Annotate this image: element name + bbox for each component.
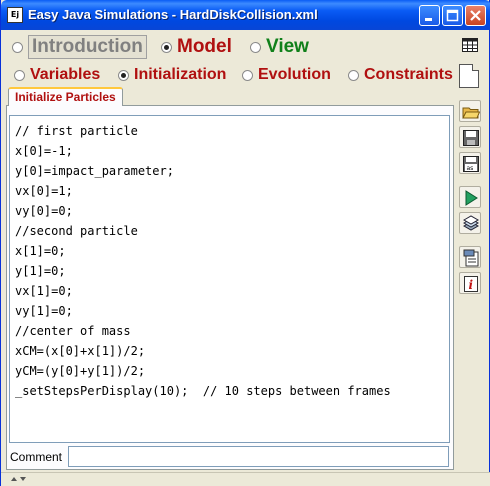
status-bar — [1, 472, 490, 486]
maximize-button[interactable] — [442, 5, 463, 26]
code-editor[interactable]: // first particle x[0]=-1; y[0]=impact_p… — [9, 115, 450, 443]
evolution-radio[interactable] — [242, 69, 253, 81]
close-icon — [470, 10, 481, 21]
save-icon — [463, 130, 479, 146]
maximize-icon — [446, 9, 459, 22]
tab-introduction[interactable]: Introduction — [12, 35, 147, 59]
window-title: Easy Java Simulations - HardDiskCollisio… — [28, 7, 318, 22]
run-icon — [465, 190, 478, 206]
tab-evolution-label: Evolution — [258, 66, 331, 83]
info-icon: i — [464, 276, 478, 292]
model-tab-row: Variables Initialization Evolution Const… — [1, 62, 490, 88]
tab-view[interactable]: View — [250, 35, 309, 59]
save-as-button[interactable]: as — [459, 152, 481, 174]
package-button[interactable] — [459, 212, 481, 234]
app-window: Ej Easy Java Simulations - HardDiskColli… — [0, 0, 490, 486]
model-radio[interactable] — [161, 41, 172, 53]
info-button[interactable]: i — [459, 272, 481, 294]
tab-view-label: View — [266, 36, 309, 57]
main-tab-row: Introduction Model View — [1, 31, 490, 61]
comment-input[interactable] — [68, 446, 449, 467]
tab-model[interactable]: Model — [161, 35, 232, 59]
tab-model-label: Model — [177, 36, 232, 57]
view-radio[interactable] — [250, 41, 261, 53]
save-as-icon: as — [463, 156, 479, 172]
tab-initialization[interactable]: Initialization — [118, 65, 226, 85]
introduction-radio[interactable] — [12, 41, 23, 53]
package-icon — [462, 215, 480, 231]
open-button[interactable] — [459, 100, 481, 122]
variables-radio[interactable] — [14, 69, 25, 81]
tab-constraints-label: Constraints — [364, 66, 453, 83]
run-button[interactable] — [459, 186, 481, 208]
tab-introduction-label: Introduction — [28, 35, 147, 59]
close-button[interactable] — [465, 5, 486, 26]
new-page-icon[interactable] — [459, 64, 479, 88]
table-icon[interactable] — [462, 38, 478, 52]
code-text[interactable]: // first particle x[0]=-1; y[0]=impact_p… — [10, 116, 449, 401]
tab-evolution[interactable]: Evolution — [242, 65, 331, 85]
minimize-button[interactable] — [419, 5, 440, 26]
constraints-radio[interactable] — [348, 69, 359, 81]
save-button[interactable] — [459, 126, 481, 148]
app-icon: Ej — [7, 7, 23, 23]
tab-constraints[interactable]: Constraints — [348, 65, 453, 85]
minimize-icon — [425, 18, 432, 21]
open-icon — [462, 107, 480, 119]
title-bar[interactable]: Ej Easy Java Simulations - HardDiskColli… — [1, 0, 490, 30]
svg-text:as: as — [467, 165, 474, 172]
comment-label: Comment — [10, 450, 63, 464]
tab-initialization-label: Initialization — [134, 66, 227, 83]
initialization-radio[interactable] — [118, 69, 129, 81]
properties-button[interactable] — [459, 246, 481, 268]
tab-variables-label: Variables — [30, 66, 101, 83]
tab-initialize-particles[interactable]: Initialize Particles — [8, 87, 123, 106]
right-toolbar: as i — [457, 100, 485, 440]
splitter-arrows-icon[interactable] — [9, 475, 29, 483]
properties-icon — [463, 249, 479, 267]
tab-variables[interactable]: Variables — [14, 65, 100, 85]
svg-text:i: i — [469, 278, 474, 292]
